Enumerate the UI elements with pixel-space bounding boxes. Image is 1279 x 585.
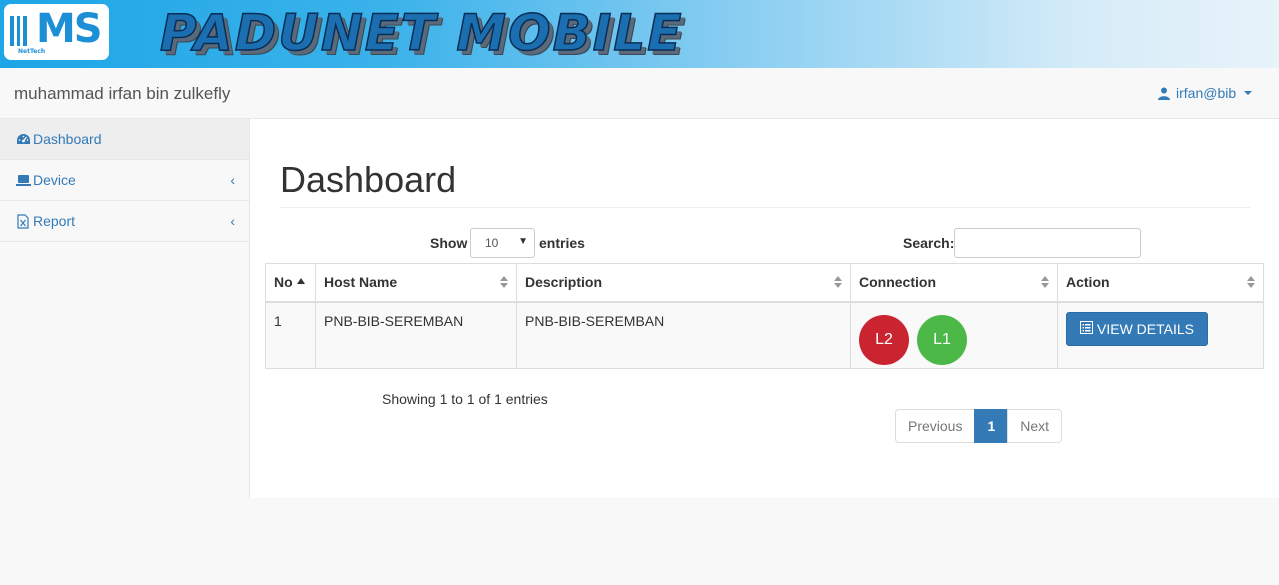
entries-per-page-select[interactable]: 10 ▼ bbox=[470, 228, 535, 258]
top-navbar: muhammad irfan bin zulkefly irfan@bib bbox=[0, 68, 1279, 119]
table-info-text: Showing 1 to 1 of 1 entries bbox=[382, 391, 548, 407]
view-details-button[interactable]: VIEW DETAILS bbox=[1066, 311, 1208, 346]
pagination-next-button[interactable]: Next bbox=[1007, 409, 1063, 443]
cell-action: VIEW DETAILS bbox=[1057, 301, 1264, 369]
pagination: Previous 1 Next bbox=[895, 409, 1063, 443]
show-label: Show bbox=[430, 235, 468, 251]
table-row: 1 PNB-BIB-SEREMBAN PNB-BIB-SEREMBAN L2 L… bbox=[265, 301, 1264, 369]
column-header-no[interactable]: No bbox=[265, 263, 316, 303]
entries-select-value: 10 bbox=[485, 236, 499, 250]
sidebar: Dashboard Device ‹ Report ‹ bbox=[0, 119, 250, 498]
logo[interactable]: MS NetTech bbox=[4, 4, 109, 60]
caret-down-icon bbox=[1244, 91, 1253, 95]
sidebar-item-label: Report bbox=[33, 213, 76, 229]
sidebar-item-report[interactable]: Report ‹ bbox=[0, 201, 249, 242]
sort-icon bbox=[1041, 276, 1049, 288]
page-title: Dashboard bbox=[280, 159, 457, 200]
sidebar-item-dashboard[interactable]: Dashboard bbox=[0, 119, 249, 160]
sort-asc-icon bbox=[296, 278, 305, 285]
link-l1-status-badge: L1 bbox=[917, 314, 967, 365]
cell-host-name: PNB-BIB-SEREMBAN bbox=[315, 301, 517, 369]
device-table: No Host Name Description Connection Acti… bbox=[265, 263, 1264, 369]
user-fullname: muhammad irfan bin zulkefly bbox=[14, 84, 231, 103]
link-l2-status-badge: L2 bbox=[859, 314, 909, 365]
search-input[interactable] bbox=[954, 228, 1141, 258]
pagination-previous-button[interactable]: Previous bbox=[895, 409, 976, 443]
view-details-label: VIEW DETAILS bbox=[1097, 320, 1194, 337]
chevron-left-icon: ‹ bbox=[230, 213, 235, 229]
column-header-action[interactable]: Action bbox=[1057, 263, 1264, 303]
header-banner: MS NetTech PADUNET MOBILE bbox=[0, 0, 1279, 68]
app-title: PADUNET MOBILE bbox=[159, 3, 684, 63]
report-icon bbox=[15, 213, 31, 229]
user-icon bbox=[1158, 87, 1170, 100]
sidebar-item-label: Device bbox=[33, 172, 76, 188]
dropdown-arrow-icon: ▼ bbox=[518, 236, 528, 247]
table-header-row: No Host Name Description Connection Acti… bbox=[265, 263, 1264, 303]
device-icon bbox=[15, 172, 31, 188]
column-header-description[interactable]: Description bbox=[516, 263, 851, 303]
cell-no: 1 bbox=[265, 301, 316, 369]
entries-label: entries bbox=[539, 235, 585, 251]
sort-icon bbox=[500, 276, 508, 288]
list-icon bbox=[1080, 320, 1093, 337]
user-menu-dropdown[interactable]: irfan@bib bbox=[1158, 85, 1253, 101]
main-content: Dashboard Show 10 ▼ entries Search: No H… bbox=[250, 119, 1279, 498]
logo-subtext: NetTech bbox=[18, 48, 46, 55]
sort-icon bbox=[834, 276, 842, 288]
search-label: Search: bbox=[903, 235, 955, 251]
cell-connection: L2 L1 bbox=[850, 301, 1058, 369]
divider bbox=[280, 207, 1250, 208]
logo-text: MS bbox=[36, 6, 103, 52]
sort-icon bbox=[1247, 276, 1255, 288]
pagination-page-button[interactable]: 1 bbox=[974, 409, 1009, 443]
cell-description: PNB-BIB-SEREMBAN bbox=[516, 301, 851, 369]
column-header-host-name[interactable]: Host Name bbox=[315, 263, 517, 303]
chevron-left-icon: ‹ bbox=[230, 172, 235, 188]
username-label: irfan@bib bbox=[1176, 85, 1237, 101]
sidebar-item-device[interactable]: Device ‹ bbox=[0, 160, 249, 201]
sidebar-item-label: Dashboard bbox=[33, 131, 102, 147]
dashboard-icon bbox=[15, 131, 31, 147]
column-header-connection[interactable]: Connection bbox=[850, 263, 1058, 303]
